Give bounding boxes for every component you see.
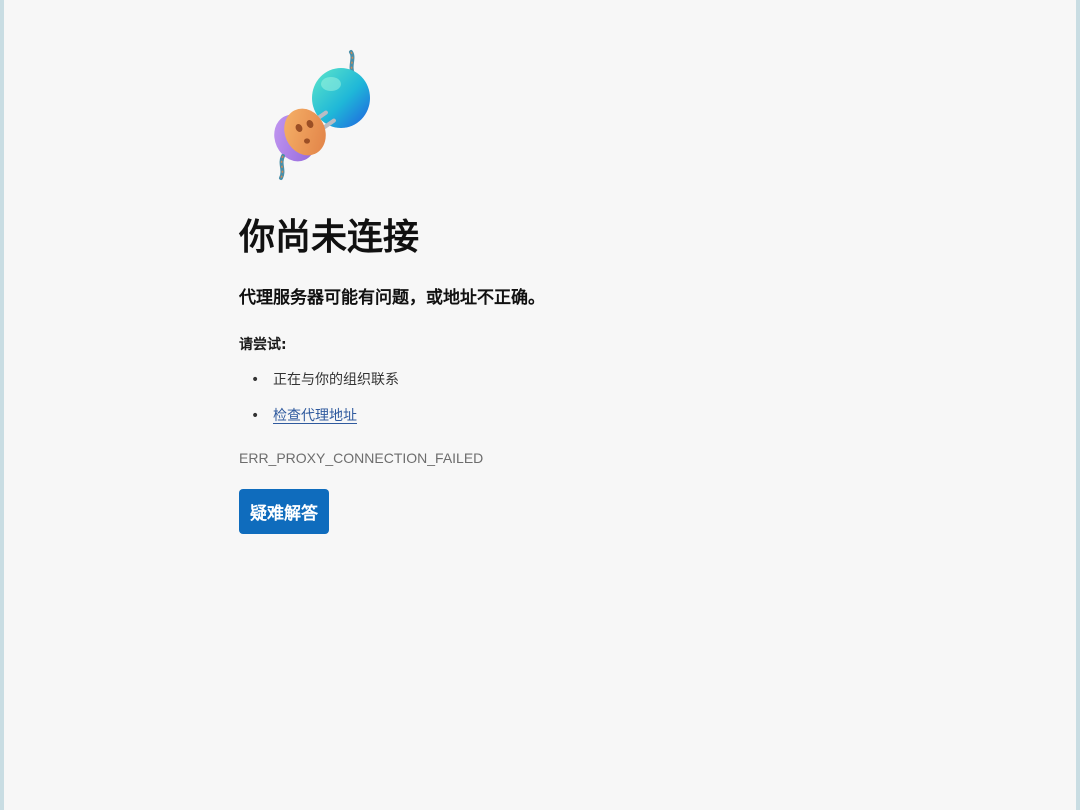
bullet-icon: • xyxy=(251,372,260,388)
window-frame-right xyxy=(1076,0,1080,810)
page-title: 你尚未连接 xyxy=(239,217,420,258)
unplugged-plug-icon xyxy=(253,48,373,183)
try-label: 请尝试: xyxy=(239,337,287,353)
window-frame-left xyxy=(0,0,4,810)
suggestion-list: • 正在与你的组织联系 • 检查代理地址 xyxy=(239,368,399,440)
suggestion-text: 正在与你的组织联系 xyxy=(273,372,399,388)
suggestion-check-proxy: • 检查代理地址 xyxy=(239,404,399,440)
error-code: ERR_PROXY_CONNECTION_FAILED xyxy=(239,450,484,466)
suggestion-contact-organization: • 正在与你的组织联系 xyxy=(239,368,399,404)
troubleshoot-button[interactable]: 疑难解答 xyxy=(239,489,329,534)
check-proxy-address-link[interactable]: 检查代理地址 xyxy=(273,408,357,424)
bullet-icon: • xyxy=(251,408,260,424)
error-subtitle: 代理服务器可能有问题，或地址不正确。 xyxy=(239,288,545,308)
